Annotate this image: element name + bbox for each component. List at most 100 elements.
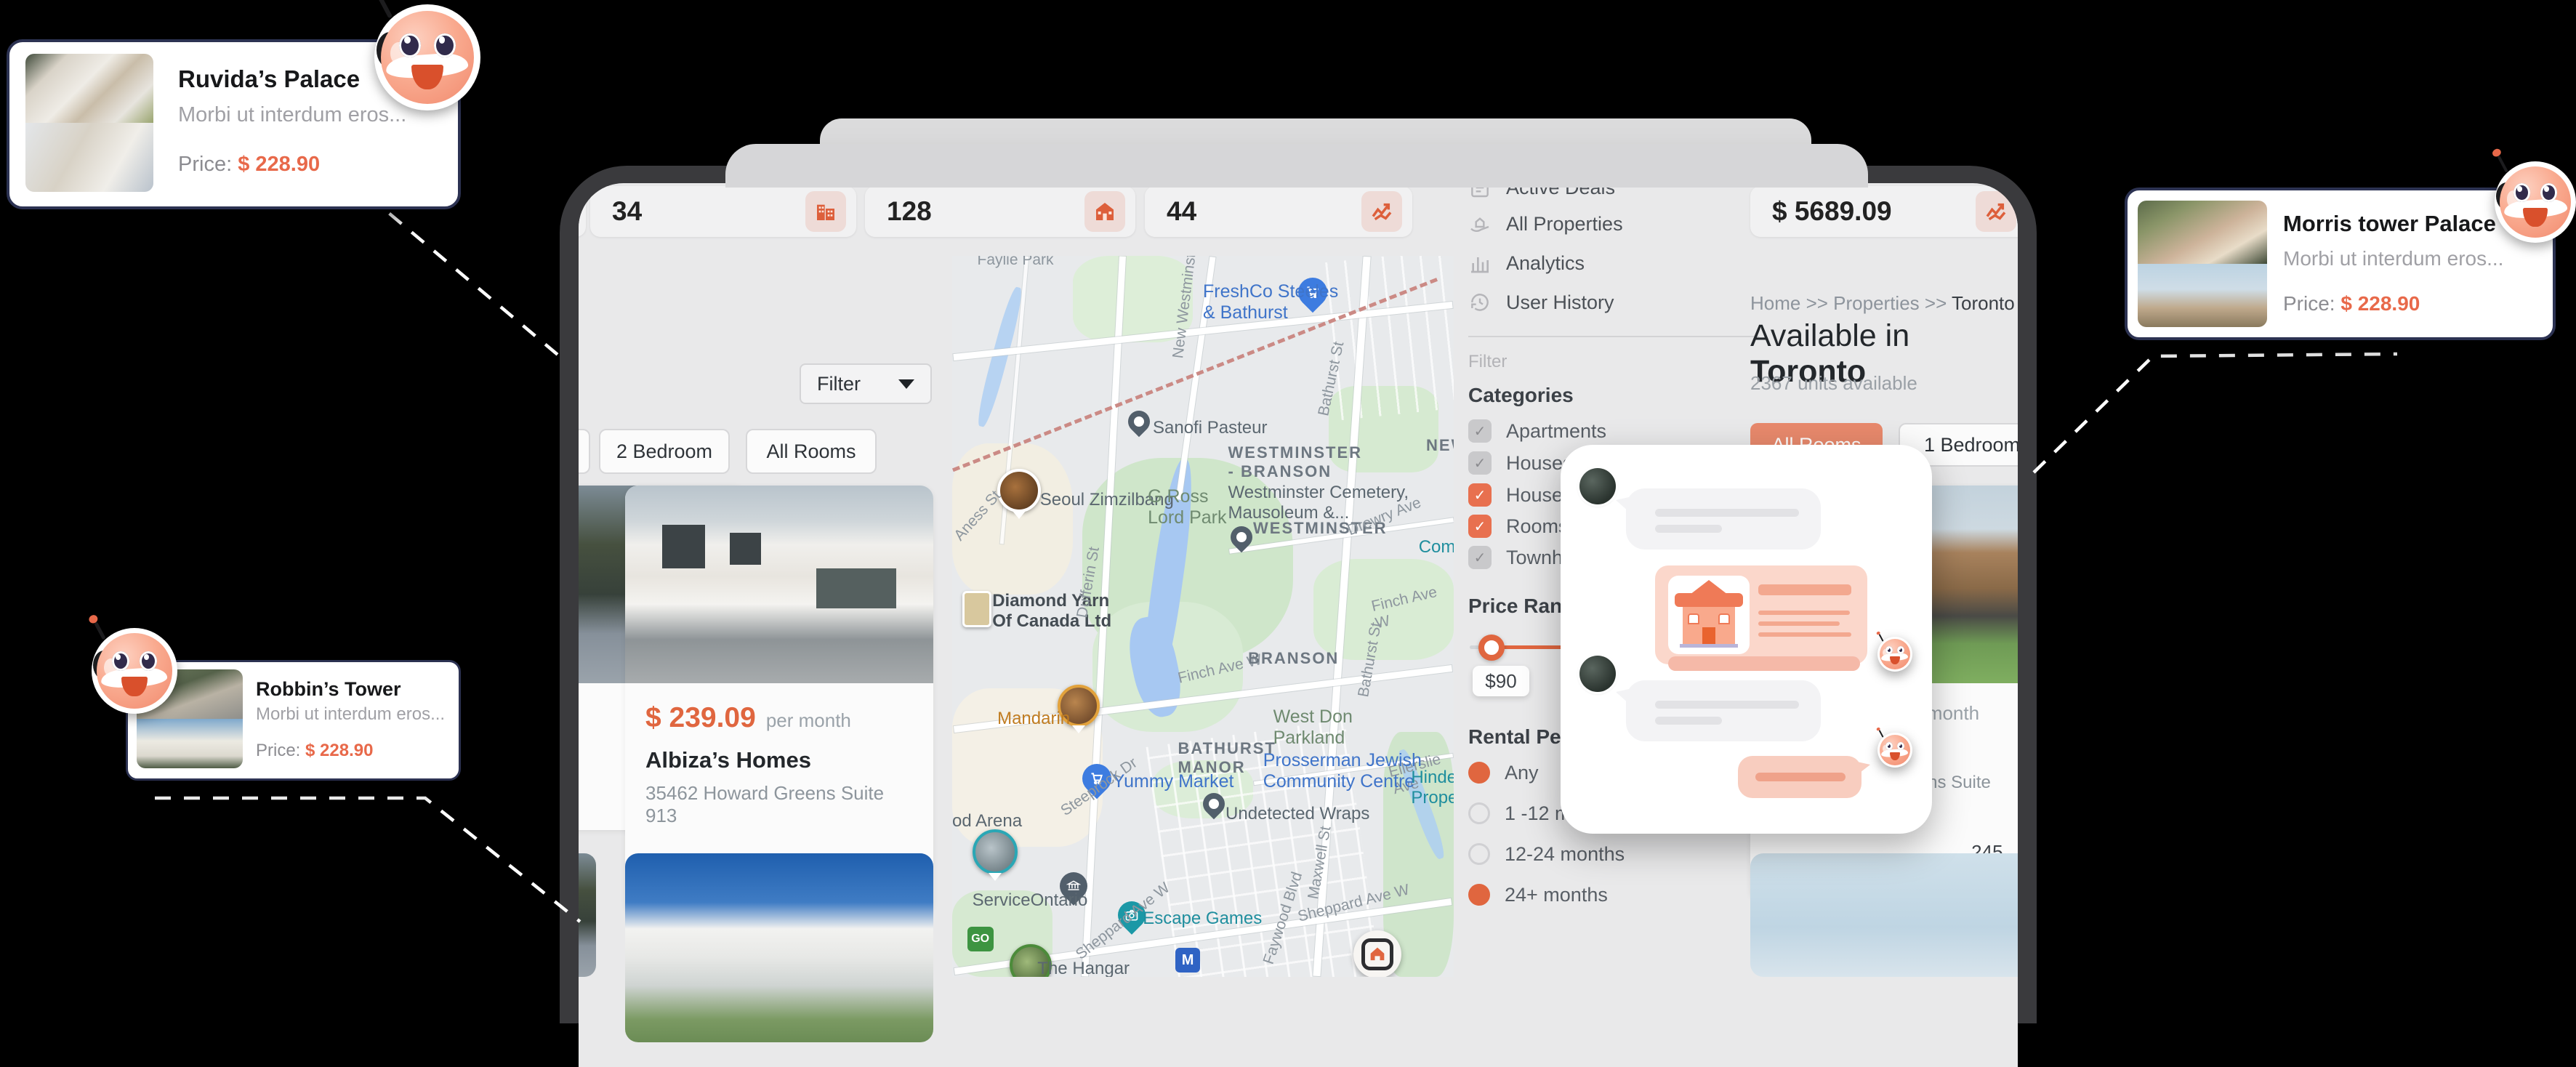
stat-value: $ 5689.09 [1772,196,1892,227]
photo-marker[interactable] [973,829,1018,874]
checkbox-icon[interactable]: ✓ [1468,419,1492,443]
listing-photo [625,486,933,683]
radio-icon[interactable] [1468,762,1490,784]
sidebar-item-all-properties[interactable]: All Properties [1468,208,1623,240]
stat-value: 128 [887,196,932,227]
listing-name: Albiza’s Homes [645,747,913,773]
category-checkbox-row[interactable]: ✓ Houses [1468,449,1573,477]
rental-radio-row[interactable]: Any [1468,759,1539,786]
history-icon [1468,291,1492,314]
radio-icon[interactable] [1468,884,1490,906]
map[interactable]: GO M Faylie ParkNew WestminsterFreshCo S… [952,256,1454,977]
stat-card-houses: 128 [865,186,1135,237]
sidebar-item-analytics[interactable]: Analytics [1468,247,1585,279]
map-label: Faylie Park [978,256,1054,269]
map-label: NEW [1426,436,1454,455]
category-checkbox-row[interactable]: ✓ Apartments [1468,417,1606,445]
room-filter-button-allrooms[interactable]: All Rooms [746,429,877,474]
filter-section-label: Filter [1468,352,1507,372]
map-label: Prosserman Jewish Community Centre [1263,750,1422,792]
chat-bubble-outgoing [1738,756,1861,798]
chat-overlay [1561,445,1932,834]
trend-icon [1361,191,1402,232]
map-label: FreshCo Steeles & Bathurst [1203,281,1338,323]
category-checkbox-row[interactable]: ✓ Rooms [1468,512,1569,540]
rental-radio-row[interactable]: 12-24 months [1468,840,1625,868]
app-screen: 34 128 44 $ 5689.09 [579,183,2018,1067]
map-label: ServiceOntario [973,890,1088,911]
chat-property-card[interactable] [1655,565,1867,664]
badge-card-desc: Morbi ut interdum eros... [2283,247,2503,270]
badge-card-title: Morris tower Palace [2283,211,2496,237]
app-logo-marker[interactable] [1353,930,1401,977]
bot-mascot [374,4,480,110]
sidebar-item-user-history[interactable]: User History [1468,286,1614,318]
listing-photo-partial [579,853,596,977]
map-label: Undetected Wraps [1225,804,1369,824]
rental-radio-row[interactable]: 24+ months [1468,881,1608,909]
listing-photo-next[interactable] [625,853,933,1042]
bar-chart-icon [1468,251,1492,275]
stat-value: 44 [1167,196,1196,227]
category-checkbox-row[interactable]: ✓ Houses [1468,481,1573,509]
map-label: BRANSON [1248,649,1339,668]
price-slider-handle[interactable] [1478,635,1505,661]
building-icon [805,191,846,232]
house-illustration [1668,576,1750,654]
checkbox-icon[interactable]: ✓ [1468,515,1492,538]
badge-card-morris[interactable]: Morris tower Palace Morbi ut interdum er… [2125,188,2556,340]
badge-card-desc: Morbi ut interdum eros... [178,103,406,127]
map-label: Sanofi Pasteur [1153,418,1267,438]
house-icon [1084,191,1125,232]
map-label: Comm [1419,537,1454,557]
radio-icon[interactable] [1468,802,1490,824]
listing-price: $ 239.09 [645,702,756,734]
radio-icon[interactable] [1468,843,1490,865]
app-window: 34 128 44 $ 5689.09 [560,166,2037,1023]
go-transit-badge[interactable]: GO [967,927,994,951]
checkbox-icon[interactable]: ✓ [1468,546,1492,569]
units-available: 2367 units available [1750,372,1917,395]
chevron-down-icon [898,379,914,389]
stat-card-revenue: $ 5689.09 [1750,186,2018,237]
badge-card-title: Robbin’s Tower [256,678,401,701]
bot-avatar [1877,733,1912,768]
map-pin-icon[interactable] [1123,406,1154,437]
breadcrumb-current: Toronto [1952,292,2015,314]
listing-card[interactable]: $ 239.09 per month Albiza’s Homes 35462 … [625,486,933,916]
breadcrumb[interactable]: Home >> Properties >> Toronto [1750,292,2015,315]
badge-card-photo [25,54,153,192]
badge-card-desc: Morbi ut interdum eros... [256,704,445,725]
metro-badge[interactable]: M [1175,948,1200,973]
bot-mascot [2495,161,2576,243]
map-label: WESTMINSTER - BRANSON [1228,443,1363,481]
filter-dropdown-label: Filter [817,373,861,395]
badge-card-title: Ruvida’s Palace [178,65,360,93]
sidebar-divider [1468,336,1759,337]
chat-bubble-incoming [1626,488,1821,549]
chat-bubble-incoming [1626,680,1821,741]
map-label: Mandarin [997,709,1070,729]
checkbox-icon[interactable]: ✓ [1468,451,1492,475]
stat-card-deals: 44 [1145,186,1412,237]
map-label: BATHURST MANOR [1178,739,1276,777]
property-hand-icon [1468,212,1492,235]
room-filter-button-2bedroom[interactable]: 2 Bedroom [599,429,730,474]
stat-card-partial [579,186,586,237]
photo-marker[interactable] [997,469,1041,512]
badge-card-price: Price: $ 228.90 [256,741,373,761]
map-label: West Don Parkland [1273,706,1353,749]
price-value-badge: $90 [1473,666,1529,696]
map-label: The Hangar [1037,959,1130,977]
checkbox-icon[interactable]: ✓ [1468,483,1492,507]
user-avatar [1579,468,1616,504]
trend-icon [1976,191,2016,232]
map-label: Escape Games [1143,909,1262,929]
map-label: G Ross Lord Park [1148,486,1226,528]
photo-marker[interactable] [962,591,991,627]
listing-address: 35462 Howard Greens Suite 913 [645,782,913,827]
room-filter-button-partial[interactable] [579,429,590,474]
background-sheet-front [725,144,1868,188]
bot-avatar [1877,637,1912,672]
filter-dropdown[interactable]: Filter [800,363,932,404]
